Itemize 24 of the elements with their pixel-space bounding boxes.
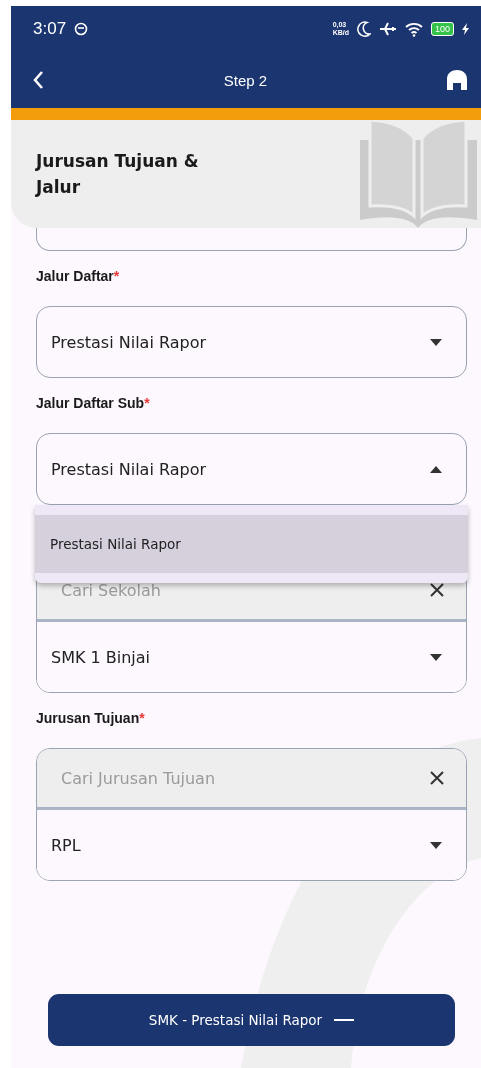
- select-field[interactable]: Prestasi Nilai Rapor: [36, 433, 467, 505]
- select-field[interactable]: [36, 228, 467, 251]
- close-icon[interactable]: [430, 583, 444, 597]
- notification-icon: [74, 22, 89, 36]
- section-title: Jurusan Tujuan & Jalur: [36, 150, 199, 199]
- select-field[interactable]: Prestasi Nilai Rapor: [36, 306, 467, 378]
- close-icon[interactable]: [430, 771, 444, 785]
- moon-icon: [356, 21, 371, 37]
- submit-button[interactable]: SMK - Prestasi Nilai Rapor: [48, 994, 455, 1046]
- charging-icon: [462, 23, 469, 35]
- wifi-icon: [404, 21, 423, 37]
- app-bar-title: Step 2: [222, 71, 269, 89]
- status-time: 3:07: [33, 19, 67, 39]
- field-label: Jurusan Tujuan*: [36, 709, 146, 728]
- back-icon[interactable]: [33, 71, 44, 89]
- field-label: Jalur Daftar Sub*: [36, 394, 151, 413]
- search-field[interactable]: Cari Jurusan Tujuan: [37, 749, 466, 807]
- field-label: Jalur Daftar*: [36, 267, 121, 286]
- airplane-icon: [378, 21, 397, 37]
- select-field[interactable]: RPL: [37, 810, 466, 880]
- dropdown-option[interactable]: Prestasi Nilai Rapor: [35, 515, 468, 573]
- battery-indicator: 100: [430, 22, 454, 36]
- home-icon[interactable]: [447, 70, 467, 90]
- dash-icon: [334, 1019, 355, 1021]
